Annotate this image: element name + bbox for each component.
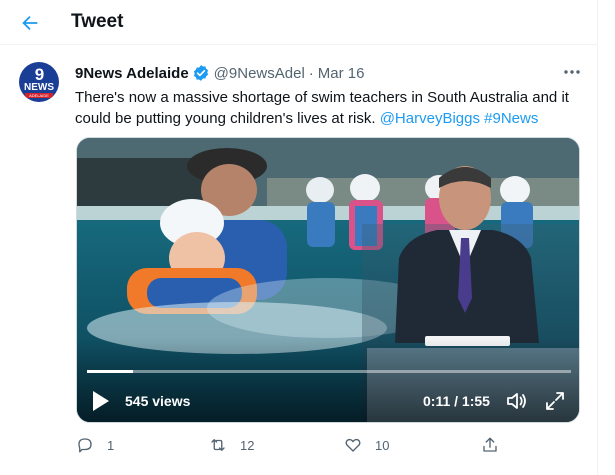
fullscreen-button[interactable] xyxy=(543,389,567,413)
play-button[interactable] xyxy=(91,390,111,412)
tweet-actions: 1 12 10 xyxy=(75,433,505,457)
page-title: Tweet xyxy=(71,11,124,32)
volume-button[interactable] xyxy=(505,389,529,413)
play-icon xyxy=(93,391,109,411)
hashtag-link[interactable]: #9News xyxy=(484,110,538,127)
display-name[interactable]: 9News Adelaide xyxy=(75,65,189,82)
tweet-text: There's now a massive shortage of swim t… xyxy=(75,87,580,129)
more-button[interactable] xyxy=(560,62,584,82)
tweet-date[interactable]: Mar 16 xyxy=(318,65,365,82)
ellipsis-icon xyxy=(564,70,580,74)
meta-separator: · xyxy=(308,64,314,82)
verified-icon xyxy=(193,65,208,81)
tweet-meta: 9News Adelaide @9NewsAdel · Mar 16 xyxy=(75,63,364,83)
retweet-button[interactable]: 12 xyxy=(208,433,254,457)
video-player[interactable]: 545 views 0:11 / 1:55 xyxy=(76,137,580,423)
like-count: 10 xyxy=(375,437,390,453)
reply-button[interactable]: 1 xyxy=(75,433,114,457)
video-progress-fill xyxy=(87,370,134,373)
user-handle[interactable]: @9NewsAdel xyxy=(214,65,305,82)
video-view-count: 545 views xyxy=(125,393,191,409)
avatar-logo-word: NEWS xyxy=(24,82,54,93)
column-border xyxy=(597,0,598,475)
volume-icon xyxy=(507,393,526,409)
reply-icon xyxy=(78,438,92,453)
verified-badge xyxy=(192,64,210,82)
share-button[interactable] xyxy=(480,433,512,457)
avatar-logo-city: ADELAIDE xyxy=(25,93,53,98)
avatar[interactable]: 9 NEWS ADELAIDE xyxy=(19,62,59,102)
page-header: Tweet xyxy=(0,0,597,45)
video-time: 0:11 / 1:55 xyxy=(423,393,490,409)
video-frame xyxy=(77,138,579,422)
arrow-left-icon xyxy=(22,15,38,31)
share-icon xyxy=(483,437,497,452)
heart-icon xyxy=(345,438,361,452)
mention-link[interactable]: @HarveyBiggs xyxy=(380,110,480,127)
like-button[interactable]: 10 xyxy=(343,433,389,457)
back-button[interactable] xyxy=(15,8,45,38)
reply-count: 1 xyxy=(107,437,115,453)
retweet-icon xyxy=(211,439,225,451)
retweet-count: 12 xyxy=(240,437,255,453)
fullscreen-icon xyxy=(546,392,564,410)
video-progress-track[interactable] xyxy=(87,370,571,373)
